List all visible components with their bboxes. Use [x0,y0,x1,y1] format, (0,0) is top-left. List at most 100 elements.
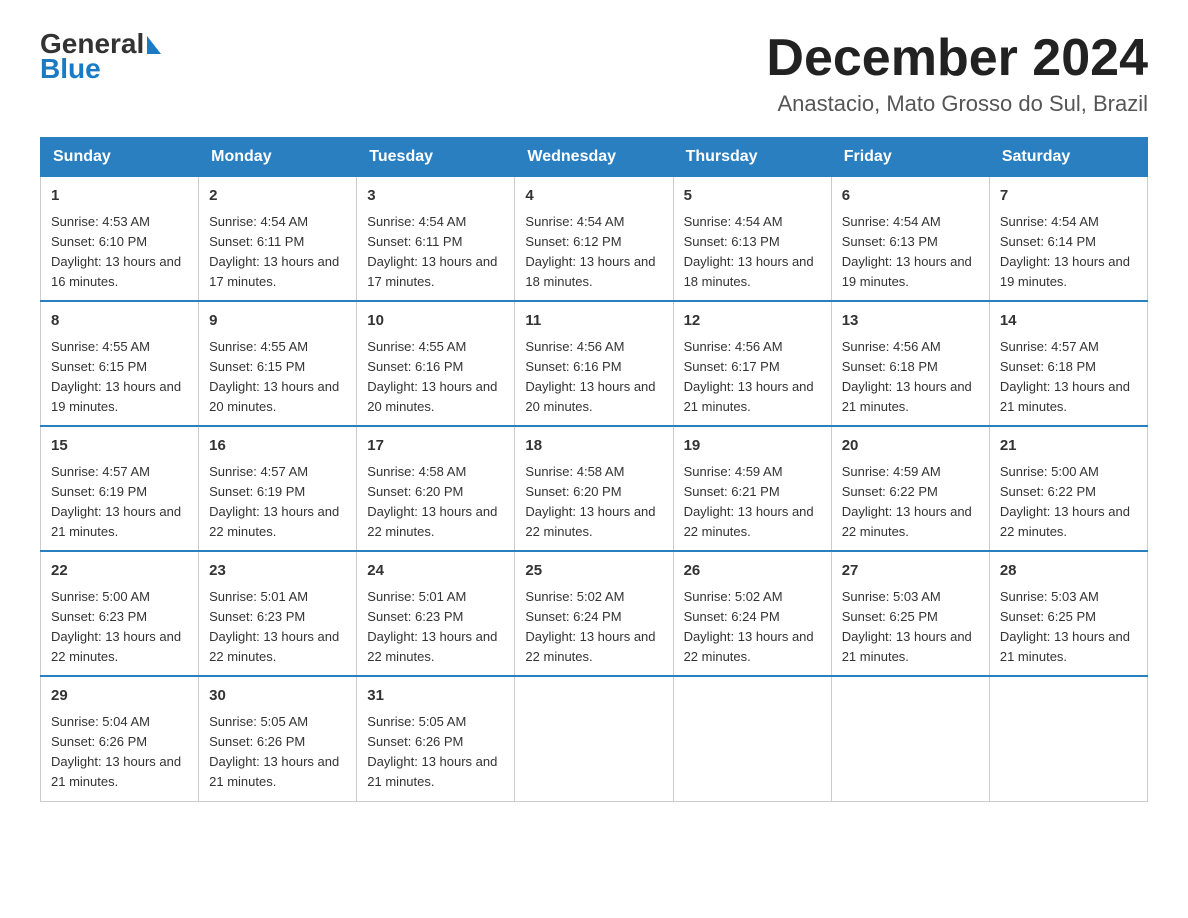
table-row [515,676,673,801]
col-wednesday: Wednesday [515,138,673,177]
day-number: 9 [209,310,346,333]
table-row: 30 Sunrise: 5:05 AMSunset: 6:26 PMDaylig… [199,676,357,801]
day-info: Sunrise: 5:02 AMSunset: 6:24 PMDaylight:… [525,589,655,664]
day-number: 30 [209,685,346,708]
day-info: Sunrise: 4:54 AMSunset: 6:12 PMDaylight:… [525,214,655,289]
day-number: 13 [842,310,979,333]
day-number: 11 [525,310,662,333]
table-row: 18 Sunrise: 4:58 AMSunset: 6:20 PMDaylig… [515,426,673,551]
day-number: 1 [51,185,188,208]
day-info: Sunrise: 4:56 AMSunset: 6:16 PMDaylight:… [525,339,655,414]
day-number: 12 [684,310,821,333]
day-number: 14 [1000,310,1137,333]
logo-blue-text: Blue [40,55,161,83]
day-number: 25 [525,560,662,583]
col-saturday: Saturday [989,138,1147,177]
day-info: Sunrise: 5:05 AMSunset: 6:26 PMDaylight:… [209,714,339,789]
day-number: 26 [684,560,821,583]
table-row: 14 Sunrise: 4:57 AMSunset: 6:18 PMDaylig… [989,301,1147,426]
day-number: 27 [842,560,979,583]
day-number: 29 [51,685,188,708]
col-thursday: Thursday [673,138,831,177]
day-info: Sunrise: 4:54 AMSunset: 6:11 PMDaylight:… [367,214,497,289]
table-row: 29 Sunrise: 5:04 AMSunset: 6:26 PMDaylig… [41,676,199,801]
logo: General Blue [40,30,161,83]
calendar-week-row: 22 Sunrise: 5:00 AMSunset: 6:23 PMDaylig… [41,551,1148,676]
day-number: 10 [367,310,504,333]
day-info: Sunrise: 4:54 AMSunset: 6:13 PMDaylight:… [684,214,814,289]
table-row [989,676,1147,801]
day-number: 16 [209,435,346,458]
day-info: Sunrise: 5:02 AMSunset: 6:24 PMDaylight:… [684,589,814,664]
table-row: 20 Sunrise: 4:59 AMSunset: 6:22 PMDaylig… [831,426,989,551]
table-row: 10 Sunrise: 4:55 AMSunset: 6:16 PMDaylig… [357,301,515,426]
table-row: 3 Sunrise: 4:54 AMSunset: 6:11 PMDayligh… [357,177,515,302]
day-info: Sunrise: 5:01 AMSunset: 6:23 PMDaylight:… [367,589,497,664]
day-info: Sunrise: 4:57 AMSunset: 6:19 PMDaylight:… [209,464,339,539]
day-info: Sunrise: 4:59 AMSunset: 6:22 PMDaylight:… [842,464,972,539]
logo-chevron-icon [147,36,161,54]
day-info: Sunrise: 5:04 AMSunset: 6:26 PMDaylight:… [51,714,181,789]
table-row: 2 Sunrise: 4:54 AMSunset: 6:11 PMDayligh… [199,177,357,302]
day-number: 23 [209,560,346,583]
table-row: 26 Sunrise: 5:02 AMSunset: 6:24 PMDaylig… [673,551,831,676]
day-info: Sunrise: 5:03 AMSunset: 6:25 PMDaylight:… [842,589,972,664]
col-sunday: Sunday [41,138,199,177]
day-number: 6 [842,185,979,208]
location-subtitle: Anastacio, Mato Grosso do Sul, Brazil [766,91,1148,117]
calendar-week-row: 15 Sunrise: 4:57 AMSunset: 6:19 PMDaylig… [41,426,1148,551]
day-number: 28 [1000,560,1137,583]
table-row: 15 Sunrise: 4:57 AMSunset: 6:19 PMDaylig… [41,426,199,551]
table-row: 31 Sunrise: 5:05 AMSunset: 6:26 PMDaylig… [357,676,515,801]
table-row: 13 Sunrise: 4:56 AMSunset: 6:18 PMDaylig… [831,301,989,426]
day-number: 21 [1000,435,1137,458]
day-info: Sunrise: 4:54 AMSunset: 6:14 PMDaylight:… [1000,214,1130,289]
day-info: Sunrise: 5:03 AMSunset: 6:25 PMDaylight:… [1000,589,1130,664]
col-tuesday: Tuesday [357,138,515,177]
table-row: 16 Sunrise: 4:57 AMSunset: 6:19 PMDaylig… [199,426,357,551]
table-row: 9 Sunrise: 4:55 AMSunset: 6:15 PMDayligh… [199,301,357,426]
table-row: 28 Sunrise: 5:03 AMSunset: 6:25 PMDaylig… [989,551,1147,676]
day-number: 2 [209,185,346,208]
day-info: Sunrise: 4:56 AMSunset: 6:17 PMDaylight:… [684,339,814,414]
day-number: 18 [525,435,662,458]
title-section: December 2024 Anastacio, Mato Grosso do … [766,30,1148,117]
table-row: 23 Sunrise: 5:01 AMSunset: 6:23 PMDaylig… [199,551,357,676]
day-info: Sunrise: 5:00 AMSunset: 6:22 PMDaylight:… [1000,464,1130,539]
col-monday: Monday [199,138,357,177]
table-row: 11 Sunrise: 4:56 AMSunset: 6:16 PMDaylig… [515,301,673,426]
table-row: 8 Sunrise: 4:55 AMSunset: 6:15 PMDayligh… [41,301,199,426]
table-row: 17 Sunrise: 4:58 AMSunset: 6:20 PMDaylig… [357,426,515,551]
day-number: 7 [1000,185,1137,208]
day-number: 20 [842,435,979,458]
day-info: Sunrise: 4:55 AMSunset: 6:15 PMDaylight:… [51,339,181,414]
day-info: Sunrise: 4:57 AMSunset: 6:18 PMDaylight:… [1000,339,1130,414]
calendar-week-row: 1 Sunrise: 4:53 AMSunset: 6:10 PMDayligh… [41,177,1148,302]
table-row [831,676,989,801]
table-row: 27 Sunrise: 5:03 AMSunset: 6:25 PMDaylig… [831,551,989,676]
day-info: Sunrise: 4:57 AMSunset: 6:19 PMDaylight:… [51,464,181,539]
day-number: 8 [51,310,188,333]
table-row: 7 Sunrise: 4:54 AMSunset: 6:14 PMDayligh… [989,177,1147,302]
day-number: 15 [51,435,188,458]
day-info: Sunrise: 4:53 AMSunset: 6:10 PMDaylight:… [51,214,181,289]
day-info: Sunrise: 4:58 AMSunset: 6:20 PMDaylight:… [367,464,497,539]
day-number: 17 [367,435,504,458]
table-row: 24 Sunrise: 5:01 AMSunset: 6:23 PMDaylig… [357,551,515,676]
page-header: General Blue December 2024 Anastacio, Ma… [40,30,1148,117]
day-info: Sunrise: 5:01 AMSunset: 6:23 PMDaylight:… [209,589,339,664]
calendar-week-row: 8 Sunrise: 4:55 AMSunset: 6:15 PMDayligh… [41,301,1148,426]
table-row: 12 Sunrise: 4:56 AMSunset: 6:17 PMDaylig… [673,301,831,426]
col-friday: Friday [831,138,989,177]
day-number: 19 [684,435,821,458]
day-info: Sunrise: 4:55 AMSunset: 6:15 PMDaylight:… [209,339,339,414]
day-number: 3 [367,185,504,208]
table-row: 22 Sunrise: 5:00 AMSunset: 6:23 PMDaylig… [41,551,199,676]
day-number: 4 [525,185,662,208]
day-info: Sunrise: 4:58 AMSunset: 6:20 PMDaylight:… [525,464,655,539]
table-row: 19 Sunrise: 4:59 AMSunset: 6:21 PMDaylig… [673,426,831,551]
day-info: Sunrise: 4:56 AMSunset: 6:18 PMDaylight:… [842,339,972,414]
table-row: 25 Sunrise: 5:02 AMSunset: 6:24 PMDaylig… [515,551,673,676]
table-row: 5 Sunrise: 4:54 AMSunset: 6:13 PMDayligh… [673,177,831,302]
calendar-week-row: 29 Sunrise: 5:04 AMSunset: 6:26 PMDaylig… [41,676,1148,801]
